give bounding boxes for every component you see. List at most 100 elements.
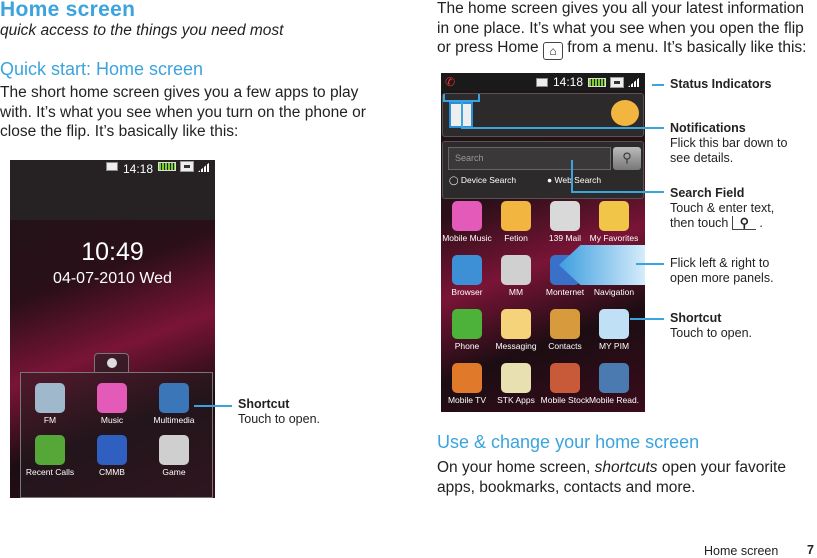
clock: 10:49	[81, 238, 144, 266]
app-icon	[501, 363, 531, 393]
fetion-widget-icon	[611, 100, 639, 126]
panel-handle[interactable]	[94, 353, 129, 373]
search-key-icon: ⚲	[731, 216, 756, 230]
app-shortcut-mobile-music[interactable]: Mobile Music	[441, 201, 494, 243]
app-icon	[599, 201, 629, 231]
sd-card-icon	[105, 162, 118, 171]
home-intro-text: The home screen gives you all your lates…	[437, 0, 807, 60]
app-label: Contacts	[548, 341, 582, 351]
app-shortcut-recent-calls[interactable]: Recent Calls	[23, 435, 77, 477]
app-shortcut-phone[interactable]: Phone	[441, 309, 494, 351]
page-number: 7	[807, 543, 814, 557]
home-key-icon: ⌂	[542, 42, 563, 60]
app-label: STK Apps	[497, 395, 535, 405]
app-label: Multimedia	[153, 415, 195, 425]
section-heading-quick-start: Quick start: Home screen	[0, 59, 204, 79]
app-icon	[550, 309, 580, 339]
app-icon	[97, 435, 127, 465]
app-label: Messaging	[495, 341, 537, 351]
app-icon	[452, 309, 482, 339]
app-shortcut-my-favorites[interactable]: My Favorites	[587, 201, 641, 243]
app-icon	[501, 201, 531, 231]
app-shortcut-stk-apps[interactable]: STK Apps	[489, 363, 543, 405]
app-label: Browser	[451, 287, 483, 297]
app-icon	[550, 363, 580, 393]
app-shortcut-multimedia[interactable]: Multimedia	[147, 383, 201, 425]
sim-icon	[180, 161, 194, 172]
app-icon	[599, 363, 629, 393]
chevron-down-icon	[106, 358, 117, 368]
app-icon	[501, 255, 531, 285]
app-shortcut-my-pim[interactable]: MY PIM	[587, 309, 641, 351]
signal-icon	[198, 162, 210, 172]
battery-icon	[588, 77, 606, 87]
home-screen-image: ✆ 14:18 Search ⚲ ◯ Device Search ● Web S…	[441, 73, 645, 412]
app-label: Monternet	[545, 287, 585, 297]
search-button[interactable]: ⚲	[613, 147, 641, 170]
shortcuts-text: On your home screen, shortcuts open your…	[437, 459, 786, 496]
app-icon	[599, 309, 629, 339]
app-label: Game	[162, 467, 186, 477]
web-search-radio[interactable]: ● Web Search	[547, 175, 601, 185]
app-label: Mobile TV	[447, 395, 487, 405]
callout-shortcut-right: Shortcut Touch to open.	[670, 311, 753, 340]
app-icon	[452, 255, 482, 285]
callout-notifications: Notifications Flick this bar down to see …	[670, 121, 788, 165]
sd-card-icon	[535, 77, 548, 87]
app-label: CMMB	[99, 467, 125, 477]
app-shortcut-game[interactable]: Game	[147, 435, 201, 477]
app-label: Music	[100, 415, 124, 425]
app-shortcut-mm[interactable]: MM	[489, 255, 543, 297]
callout-status-indicators: Status Indicators	[670, 77, 772, 91]
app-label: FM	[43, 415, 57, 425]
shortcut-panel: FM Music Multimedia Recent Calls CMMB Game	[20, 372, 213, 498]
page-title: Home screen	[0, 0, 136, 21]
sim-icon	[610, 76, 624, 88]
app-label: Recent Calls	[25, 467, 75, 477]
app-label: Navigation	[593, 287, 635, 297]
app-icon	[159, 435, 189, 465]
app-label: Mobile Stock	[540, 395, 590, 405]
app-shortcut-browser[interactable]: Browser	[441, 255, 494, 297]
short-home-screen-image: 14:18 10:49 04-07-2010 Wed FM Music Multim…	[10, 160, 215, 498]
intro-text: The short home screen gives you a few ap…	[0, 84, 366, 140]
search-input[interactable]: Search	[448, 147, 611, 170]
battery-icon	[158, 162, 176, 171]
callout-search-field: Search Field Touch & enter text, then tou…	[670, 186, 775, 230]
app-label: MM	[508, 287, 524, 297]
app-label: Phone	[454, 341, 480, 351]
app-icon	[550, 201, 580, 231]
app-label: 139 Mail	[548, 233, 582, 243]
app-icon	[452, 201, 482, 231]
status-bar: 14:18	[10, 160, 215, 220]
app-shortcut-contacts[interactable]: Contacts	[538, 309, 592, 351]
app-shortcut-mobile-tv[interactable]: Mobile TV	[441, 363, 494, 405]
callout-shortcut-left: Shortcut Touch to open.	[238, 397, 321, 426]
app-shortcut-139-mail[interactable]: 139 Mail	[538, 201, 592, 243]
app-icon	[159, 383, 189, 413]
app-label: MY PIM	[598, 341, 630, 351]
app-shortcut-cmmb[interactable]: CMMB	[85, 435, 139, 477]
app-shortcut-fm[interactable]: FM	[23, 383, 77, 425]
app-shortcut-fetion[interactable]: Fetion	[489, 201, 543, 243]
page-subtitle: quick access to the things you need most	[0, 22, 284, 39]
app-icon	[35, 435, 65, 465]
status-bar: ✆ 14:18	[441, 73, 645, 91]
app-label: Mobile Read.	[588, 395, 640, 405]
app-shortcut-music[interactable]: Music	[85, 383, 139, 425]
app-icon	[452, 363, 482, 393]
footer-section: Home screen	[704, 544, 779, 558]
app-icon	[35, 383, 65, 413]
missed-call-icon: ✆	[445, 75, 456, 89]
device-search-radio[interactable]: ◯ Device Search	[449, 175, 516, 186]
section-heading-use-change: Use & change your home screen	[437, 432, 700, 452]
status-time: 14:18	[552, 75, 583, 89]
app-label: Fetion	[504, 233, 528, 243]
app-shortcut-messaging[interactable]: Messaging	[489, 309, 543, 351]
app-icon	[501, 309, 531, 339]
app-shortcut-mobile-stock[interactable]: Mobile Stock	[538, 363, 592, 405]
date: 04-07-2010 Wed	[53, 270, 172, 287]
status-time: 14:18	[122, 162, 153, 176]
app-icon	[97, 383, 127, 413]
app-shortcut-mobile-read-[interactable]: Mobile Read.	[587, 363, 641, 405]
